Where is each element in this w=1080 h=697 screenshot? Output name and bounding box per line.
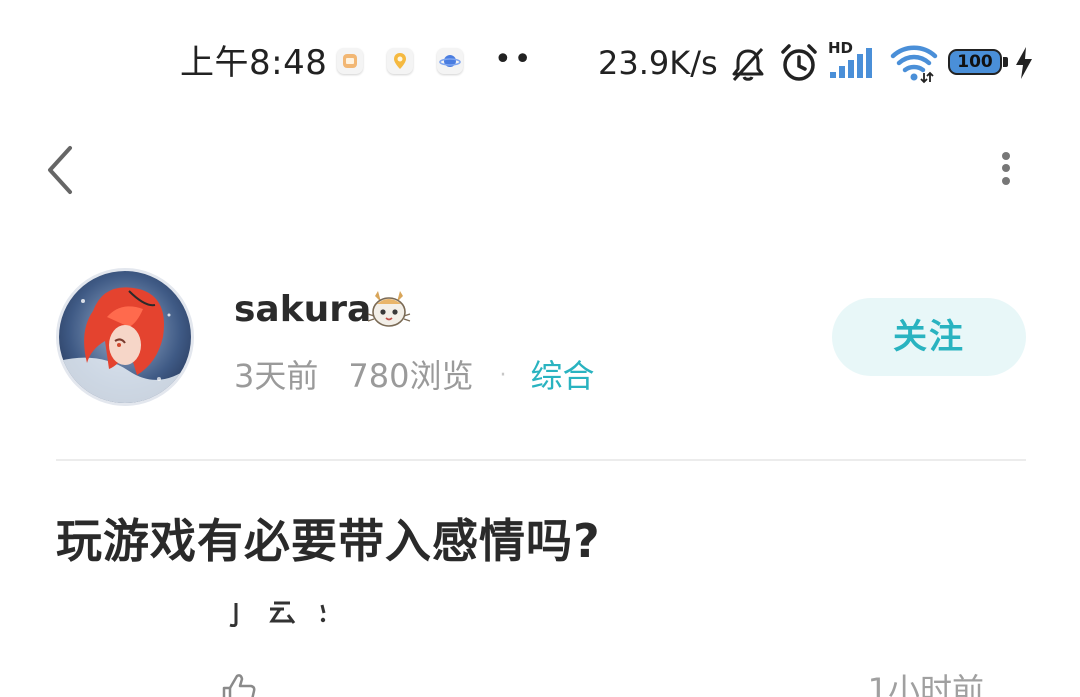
meta-separator: · [499,363,507,388]
more-options-button[interactable] [984,134,1028,202]
status-bar: 上午8:48 •• 23.9K/s HD 100 [0,0,1080,128]
network-speed: 23.9K/s [598,44,718,82]
chevron-left-icon [48,146,72,194]
category-tag[interactable]: 综合 [530,354,594,398]
follow-button[interactable]: 关注 [832,298,1026,376]
signal-strength-icon: HD [828,40,876,82]
clipped-content-fragment [229,601,326,627]
battery-icon: 100 [948,49,1010,77]
bell-muted-icon [732,47,764,82]
post-time: 3天前 [234,357,319,395]
post-title: 玩游戏有必要带入感情吗? [56,514,601,568]
title-bar [0,128,1080,208]
location-pin-app-icon [387,48,413,74]
avatar-image [59,271,191,403]
back-button[interactable] [32,134,88,202]
battery-level: 100 [957,52,993,72]
thumbs-up-icon[interactable] [218,670,258,697]
status-time: 上午8:48 [180,43,328,83]
divider [56,459,1026,461]
author-row: sakura 3天前 780浏览 · 综合 关注 [0,258,1080,418]
wifi-icon [890,45,938,84]
avatar[interactable] [56,268,194,406]
planet-app-icon [437,48,463,74]
more-vertical-icon [1002,152,1010,185]
view-count: 780浏览 [348,357,474,395]
more-notifications: •• [494,42,534,77]
author-name[interactable]: sakura [234,286,371,334]
post-meta: 3天前 780浏览 · 综合 [234,354,594,398]
charging-bolt-icon [1016,47,1032,79]
cat-mascot-badge-icon [367,291,411,327]
post-detail-screen: 上午8:48 •• 23.9K/s HD 100 sakura 3天前 780浏… [0,0,1080,697]
comment-time: 1小时前 [867,671,984,697]
alarm-clock-icon [781,44,817,81]
shopping-app-icon [337,48,363,74]
